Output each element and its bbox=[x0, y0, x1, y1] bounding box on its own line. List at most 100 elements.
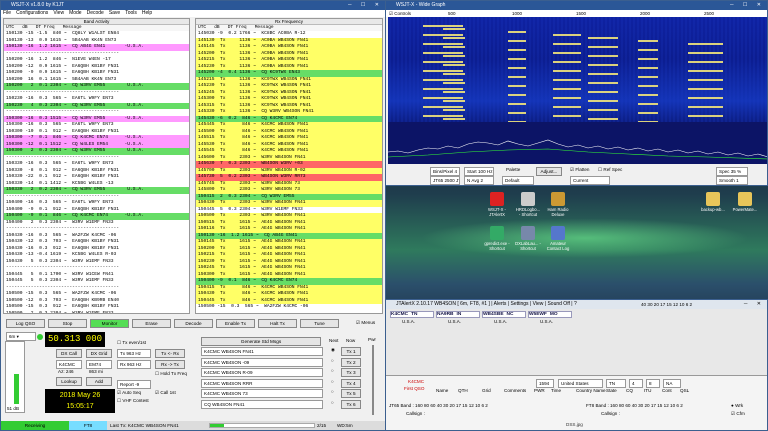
window-controls[interactable]: ─ ☐ ✕ bbox=[348, 1, 383, 10]
tx-message-6[interactable]: CQ WB4SON FN41 bbox=[201, 399, 323, 409]
jtalertx-window: JTAlertX 2.10.17 WB4SON [ 6m, FT8, #1 ] … bbox=[385, 299, 768, 431]
auto-seq-checkbox[interactable]: ☑ Auto Seq bbox=[117, 390, 141, 396]
ref-spec-checkbox[interactable]: ☐ Ref Spec bbox=[598, 167, 622, 173]
tx-button-6[interactable]: Tx 6 bbox=[341, 399, 361, 409]
tx-message-1[interactable]: K4CMC WB4SON FN41 bbox=[201, 347, 323, 356]
rx-freq-field[interactable]: Rx 963 Hz bbox=[117, 360, 151, 369]
tx-next-radio[interactable]: ◉ bbox=[331, 347, 335, 353]
tx-to-rx-button[interactable]: Tx <- Rx bbox=[155, 349, 185, 358]
rx-frequency-list[interactable]: 145030 -9 0.2 1766 ~ KC8BC AC0BA R-12 145… bbox=[196, 31, 382, 311]
smooth[interactable]: Smooth 1 bbox=[716, 176, 748, 185]
freq-scale-label: 500 bbox=[448, 11, 456, 16]
pwr-slider[interactable] bbox=[372, 345, 374, 415]
tx-next-radio[interactable]: ○ bbox=[331, 358, 334, 364]
generate-std-msgs-button[interactable]: Generate Std Msgs bbox=[201, 337, 321, 346]
menu-item[interactable]: Configurations bbox=[16, 10, 48, 17]
menu-item[interactable]: File bbox=[3, 10, 11, 17]
desktop-icon[interactable]: gpredict.exe - Shortcut bbox=[484, 226, 510, 251]
rx-frequency-panel[interactable]: Rx Frequency UTC dB DT Freq Message 1450… bbox=[195, 18, 383, 314]
tx-next-radio[interactable]: ○ bbox=[331, 379, 334, 385]
cfm-checkbox[interactable]: ☑ Cfm bbox=[731, 411, 745, 417]
wide-graph-controls[interactable]: ─ ☐ ✕ bbox=[730, 1, 765, 10]
pwr-field[interactable]: 1594 bbox=[536, 379, 554, 388]
wrk-checkbox[interactable]: ● Wrk bbox=[731, 403, 743, 409]
cont-field[interactable]: NA bbox=[663, 379, 681, 388]
dx-call-field[interactable]: K4CMC bbox=[56, 360, 82, 369]
hold-tx-checkbox[interactable]: ☐ Hold Tx Freq bbox=[155, 371, 187, 377]
tx-button-4[interactable]: Tx 4 bbox=[341, 378, 361, 388]
tx-next-radio[interactable]: ○ bbox=[331, 389, 334, 395]
stop-button[interactable]: Stop bbox=[48, 319, 87, 328]
rx-frequency-row[interactable]: 150500 -15 0.3 565 ~ WA2FZW K4CMC -06 bbox=[196, 304, 382, 311]
tx-next-radio[interactable]: ○ bbox=[331, 400, 334, 406]
report-field[interactable]: Report -9 bbox=[117, 380, 151, 389]
tx-message-4[interactable]: K4CMC WB4SON RRR bbox=[201, 378, 323, 388]
band-select[interactable]: 6m ▾ bbox=[6, 332, 36, 341]
tx-message-3[interactable]: K4CMC WB4SON R-09 bbox=[201, 368, 323, 377]
menus-checkbox[interactable]: ☑ Menus bbox=[356, 320, 375, 326]
spec-percent[interactable]: Spec 35 % bbox=[716, 167, 748, 176]
cq-field[interactable]: 4 bbox=[629, 379, 643, 388]
tx-even-checkbox[interactable]: ☐ Tx even/1st bbox=[117, 340, 146, 346]
rx-to-tx-button[interactable]: Rx -> Tx bbox=[155, 360, 185, 369]
controls-checkbox[interactable]: ☑ Controls bbox=[389, 10, 411, 17]
band-activity-row[interactable]: 150500 2 0.3 2304 ~ W3RV W1EMF FN33 bbox=[4, 310, 189, 313]
enable-tx-button[interactable]: Enable Tx bbox=[216, 319, 255, 328]
desktop-icon[interactable]: PowerMate... bbox=[732, 192, 758, 212]
jtalert-controls[interactable]: ─ ✕ bbox=[744, 300, 765, 309]
tx-next-radio[interactable]: ○ bbox=[331, 368, 334, 374]
band-activity-panel[interactable]: Band Activity UTC dB DT Freq Message 150… bbox=[3, 18, 190, 314]
palette-select[interactable]: Default bbox=[502, 176, 534, 185]
alert-callsign[interactable]: K4CMC TN bbox=[390, 311, 434, 318]
menu-item[interactable]: Tools bbox=[125, 10, 137, 17]
adjust-button[interactable]: Adjust... bbox=[536, 167, 562, 176]
halt-tx-button[interactable]: Halt Tx bbox=[258, 319, 297, 328]
desktop-icon[interactable]: HRDLogbo... - Shortcut bbox=[515, 192, 541, 217]
n-avg[interactable]: N Avg 2 bbox=[464, 176, 494, 185]
tx-button-3[interactable]: Tx 3 bbox=[341, 368, 361, 377]
dx-call-button[interactable]: DX Call bbox=[56, 349, 82, 358]
freq-scale-label: 2000 bbox=[640, 11, 651, 16]
call-1st-checkbox[interactable]: ☑ Call 1st bbox=[155, 390, 176, 396]
desktop-icon[interactable]: WSJT-X - JTAlertX bbox=[484, 192, 510, 217]
tx-message-2[interactable]: K4CMC WB4SON -09 bbox=[201, 357, 323, 367]
tx-button-1[interactable]: Tx 1 bbox=[341, 347, 361, 356]
flatten-checkbox[interactable]: ☑ Flatten bbox=[570, 167, 589, 173]
menu-item[interactable]: Mode bbox=[69, 10, 82, 17]
time-text: 15:05:17 bbox=[66, 403, 94, 410]
alert-callsign[interactable]: W5EWF MO bbox=[528, 311, 572, 318]
alert-callsign[interactable]: NA9RB IN bbox=[436, 311, 480, 318]
band-activity-list[interactable]: 150130 -15 -1.5 840 ~ CQ8LY W1ALST EN84 1… bbox=[4, 31, 189, 313]
desktop-icon[interactable]: Ham Radio Deluxe bbox=[545, 192, 571, 217]
itu-field[interactable]: 8 bbox=[646, 379, 660, 388]
spectrum-type-select[interactable]: Current bbox=[570, 176, 610, 185]
dx-grid-button[interactable]: DX Grid bbox=[86, 349, 112, 358]
waterfall[interactable] bbox=[388, 17, 767, 138]
menu-item[interactable]: Decode bbox=[87, 10, 104, 17]
erase-button[interactable]: Erase bbox=[132, 319, 171, 328]
monitor-button[interactable]: Monitor bbox=[90, 319, 129, 328]
vhf-contest-checkbox[interactable]: ☐ VHF Contest bbox=[117, 398, 149, 404]
menu-item[interactable]: Help bbox=[142, 10, 152, 17]
tx-button-5[interactable]: Tx 5 bbox=[341, 389, 361, 398]
mode-range[interactable]: JT65 2500 JT9 bbox=[430, 176, 460, 185]
menu-item[interactable]: Save bbox=[109, 10, 120, 17]
country-field[interactable]: United States bbox=[558, 379, 603, 388]
state-field[interactable]: TN bbox=[606, 379, 626, 388]
lookup-button[interactable]: Lookup bbox=[56, 377, 82, 386]
alert-callsign[interactable]: WB4SBE NC bbox=[482, 311, 526, 318]
add-button[interactable]: Add bbox=[86, 377, 112, 386]
tune-button[interactable]: Tune bbox=[300, 319, 339, 328]
bins-per-pixel[interactable]: Bins/Pixel 4 bbox=[430, 167, 460, 176]
menu-item[interactable]: View bbox=[53, 10, 64, 17]
desktop-icon[interactable]: DXLabLau... - Shortcut bbox=[515, 226, 541, 251]
dx-grid-field[interactable]: EM74 bbox=[86, 360, 112, 369]
tx-freq-field[interactable]: Tx 963 Hz bbox=[117, 349, 151, 358]
tx-button-2[interactable]: Tx 2 bbox=[341, 357, 361, 367]
decode-button[interactable]: Decode bbox=[174, 319, 213, 328]
desktop-icon[interactable]: Amateur Contact Log bbox=[545, 226, 571, 251]
tx-message-5[interactable]: K4CMC WB4SON 73 bbox=[201, 389, 323, 398]
start-freq[interactable]: Start 100 Hz bbox=[464, 167, 494, 176]
log-qso-button[interactable]: Log QSO bbox=[6, 319, 45, 328]
desktop-icon[interactable]: backup-wb... bbox=[700, 192, 726, 212]
